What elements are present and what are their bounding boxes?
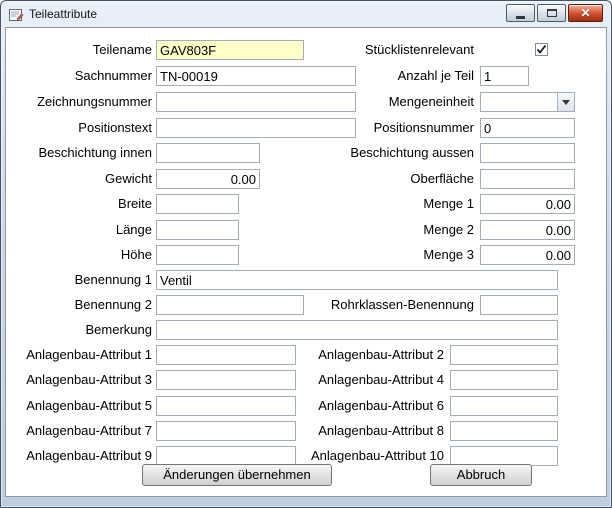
window-controls: ✕: [506, 4, 603, 22]
window-title: Teileattribute: [29, 7, 97, 23]
stuecklistenrelevant-checkbox[interactable]: [535, 43, 548, 56]
mengeneinheit-select[interactable]: [480, 92, 575, 112]
label-stuecklistenrelevant: Stücklistenrelevant: [266, 40, 474, 60]
maximize-button[interactable]: [537, 4, 566, 22]
label-beschichtung-innen: Beschichtung innen: [10, 143, 152, 163]
label-attr6: Anlagenbau-Attribut 6: [286, 396, 444, 416]
label-bemerkung: Bemerkung: [10, 320, 152, 340]
label-menge2: Menge 2: [266, 220, 474, 240]
minimize-icon: [516, 16, 525, 19]
check-icon: [536, 44, 547, 55]
minimize-button[interactable]: [506, 4, 535, 22]
label-positionsnummer: Positionsnummer: [266, 118, 474, 138]
label-attr2: Anlagenbau-Attribut 2: [286, 345, 444, 365]
laenge-input[interactable]: [156, 220, 239, 240]
menge3-input[interactable]: [480, 245, 575, 265]
attr5-input[interactable]: [156, 396, 296, 416]
maximize-icon: [547, 9, 557, 17]
app-icon: [8, 7, 24, 23]
label-positionstext: Positionstext: [10, 118, 152, 138]
attr2-input[interactable]: [450, 345, 558, 365]
attr7-input[interactable]: [156, 421, 296, 441]
label-oberflaeche: Oberfläche: [266, 169, 474, 189]
label-menge3: Menge 3: [266, 245, 474, 265]
label-menge1: Menge 1: [266, 194, 474, 214]
label-attr1: Anlagenbau-Attribut 1: [10, 345, 152, 365]
menge2-input[interactable]: [480, 220, 575, 240]
label-attr5: Anlagenbau-Attribut 5: [10, 396, 152, 416]
menge1-input[interactable]: [480, 194, 575, 214]
bemerkung-input[interactable]: [156, 320, 558, 340]
label-breite: Breite: [10, 194, 152, 214]
label-attr7: Anlagenbau-Attribut 7: [10, 421, 152, 441]
label-zeichnungsnummer: Zeichnungsnummer: [10, 92, 152, 112]
close-icon: ✕: [580, 7, 590, 19]
attr6-input[interactable]: [450, 396, 558, 416]
label-attr4: Anlagenbau-Attribut 4: [286, 370, 444, 390]
close-button[interactable]: ✕: [568, 4, 603, 22]
positionsnummer-input[interactable]: [480, 118, 575, 138]
attr8-input[interactable]: [450, 421, 558, 441]
anzahl-je-teil-input[interactable]: [480, 66, 529, 86]
attr4-input[interactable]: [450, 370, 558, 390]
label-attr3: Anlagenbau-Attribut 3: [10, 370, 152, 390]
attr3-input[interactable]: [156, 370, 296, 390]
apply-button[interactable]: Änderungen übernehmen: [142, 464, 332, 486]
benennung1-input[interactable]: [156, 270, 558, 290]
label-teilename: Teilename: [10, 40, 152, 60]
label-benennung1: Benennung 1: [10, 270, 152, 290]
cancel-button[interactable]: Abbruch: [430, 464, 532, 486]
label-benennung2: Benennung 2: [10, 295, 152, 315]
label-attr10: Anlagenbau-Attribut 10: [286, 446, 444, 466]
label-attr9: Anlagenbau-Attribut 9: [10, 446, 152, 466]
attr10-input[interactable]: [450, 446, 558, 466]
teileattribute-window: Teileattribute ✕ Teilename Stücklistenre…: [0, 0, 612, 508]
label-mengeneinheit: Mengeneinheit: [266, 92, 474, 112]
label-beschichtung-aussen: Beschichtung aussen: [266, 143, 474, 163]
gewicht-input[interactable]: [156, 169, 260, 189]
chevron-down-icon: [562, 100, 570, 109]
label-rohrklassen-benennung: Rohrklassen-Benennung: [266, 295, 474, 315]
label-hoehe: Höhe: [10, 245, 152, 265]
dropdown-button[interactable]: [557, 93, 574, 111]
beschichtung-innen-input[interactable]: [156, 143, 260, 163]
oberflaeche-input[interactable]: [480, 169, 575, 189]
label-laenge: Länge: [10, 220, 152, 240]
hoehe-input[interactable]: [156, 245, 239, 265]
breite-input[interactable]: [156, 194, 239, 214]
titlebar[interactable]: Teileattribute ✕: [1, 1, 611, 26]
label-attr8: Anlagenbau-Attribut 8: [286, 421, 444, 441]
label-anzahl-je-teil: Anzahl je Teil: [266, 66, 474, 86]
label-sachnummer: Sachnummer: [10, 66, 152, 86]
rohrklassen-benennung-input[interactable]: [480, 295, 558, 315]
attr9-input[interactable]: [156, 446, 296, 466]
beschichtung-aussen-input[interactable]: [480, 143, 575, 163]
label-gewicht: Gewicht: [10, 169, 152, 189]
form-area: Teilename Stücklistenrelevant Sachnummer…: [5, 27, 607, 497]
attr1-input[interactable]: [156, 345, 296, 365]
